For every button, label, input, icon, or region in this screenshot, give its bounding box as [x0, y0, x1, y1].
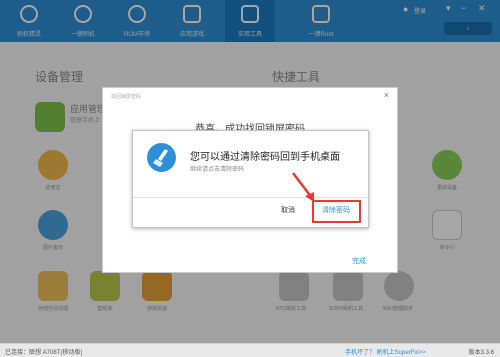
clear-dialog-subtitle: 继续请点击清除密码 — [190, 167, 245, 173]
divider — [133, 197, 368, 198]
dialog-title: 找回锁屏密码 — [111, 94, 142, 100]
cancel-button[interactable]: 取消 — [268, 203, 308, 219]
clear-dialog-title: 您可以通过清除密码回到手机桌面 — [190, 152, 340, 163]
superfix-link[interactable]: 手机坏了？ 刷机上SuperFix>> — [345, 347, 426, 356]
status-bar: 已连接：联想 A708T(移动版) 手机坏了？ 刷机上SuperFix>> 版本… — [0, 343, 500, 357]
connection-status: 已连接：联想 A708T(移动版) — [5, 350, 83, 356]
red-arrow-annotation — [292, 172, 314, 202]
dialog-close-icon[interactable]: × — [384, 90, 389, 100]
broom-icon — [147, 143, 176, 172]
done-button[interactable]: 完成 — [352, 256, 366, 266]
version-label: 版本3.3.6 — [468, 350, 494, 356]
